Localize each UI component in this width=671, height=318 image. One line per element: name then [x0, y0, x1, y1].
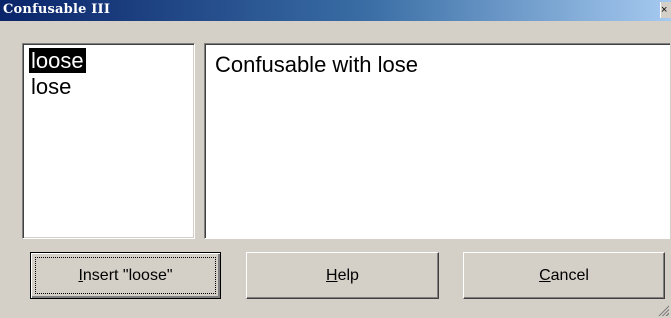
- cancel-label-rest: ancel: [550, 266, 589, 284]
- list-item-loose[interactable]: loose: [29, 48, 86, 73]
- word-listbox[interactable]: loose lose: [22, 43, 195, 239]
- help-button[interactable]: Help: [246, 252, 439, 299]
- description-text: Confusable with lose: [215, 52, 419, 77]
- title-bar[interactable]: Confusable III ×: [0, 0, 671, 21]
- window-title: Confusable III: [3, 2, 111, 17]
- cancel-mnemonic: C: [539, 266, 551, 284]
- cancel-button[interactable]: Cancel: [463, 252, 665, 299]
- cancel-button-label: Cancel: [539, 267, 589, 285]
- insert-label-rest: nsert "loose": [82, 266, 173, 284]
- insert-button-label: Insert "loose": [78, 267, 172, 285]
- list-item-lose[interactable]: lose: [29, 74, 73, 99]
- close-icon[interactable]: ×: [660, 2, 671, 18]
- description-panel: Confusable with lose: [204, 43, 670, 239]
- help-mnemonic: H: [326, 266, 338, 284]
- resize-grip-icon[interactable]: [657, 304, 669, 316]
- insert-button[interactable]: Insert "loose": [30, 252, 221, 299]
- help-label-rest: elp: [337, 266, 359, 284]
- help-button-label: Help: [326, 267, 359, 285]
